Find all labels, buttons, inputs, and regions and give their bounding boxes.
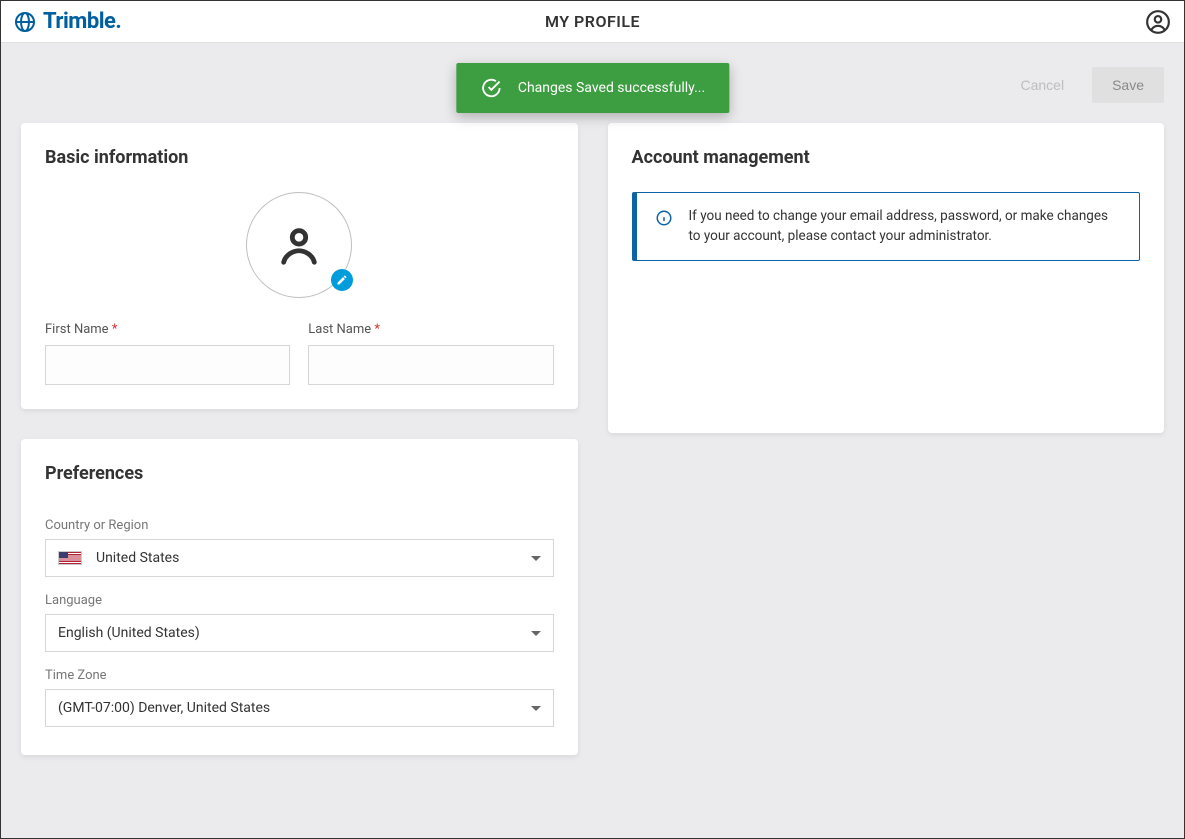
last-name-label: Last Name * <box>308 322 553 337</box>
page-title: MY PROFILE <box>545 12 640 31</box>
account-icon[interactable] <box>1144 8 1172 36</box>
chevron-down-icon <box>531 706 541 711</box>
language-label: Language <box>45 593 554 608</box>
account-title: Account management <box>632 147 1141 168</box>
language-select[interactable]: English (United States) <box>45 614 554 652</box>
basic-info-title: Basic information <box>45 147 554 168</box>
timezone-select[interactable]: (GMT-07:00) Denver, United States <box>45 689 554 727</box>
preferences-card: Preferences Country or Region United Sta… <box>21 439 578 755</box>
edit-avatar-button[interactable] <box>331 269 353 291</box>
timezone-value: (GMT-07:00) Denver, United States <box>58 700 270 716</box>
language-value: English (United States) <box>58 625 200 641</box>
account-management-card: Account management If you need to change… <box>608 123 1165 433</box>
check-circle-icon <box>480 77 502 99</box>
info-icon <box>655 209 673 227</box>
first-name-input[interactable] <box>45 345 290 385</box>
info-callout: If you need to change your email address… <box>632 192 1141 261</box>
first-name-field: First Name * <box>45 322 290 385</box>
header-bar: Trimble. MY PROFILE <box>1 1 1184 43</box>
pencil-icon <box>336 274 348 286</box>
country-select[interactable]: United States <box>45 539 554 577</box>
brand-logo: Trimble. <box>13 9 121 34</box>
brand-text: Trimble. <box>43 9 121 34</box>
avatar <box>246 192 352 298</box>
info-text: If you need to change your email address… <box>689 207 1122 246</box>
timezone-label: Time Zone <box>45 668 554 683</box>
last-name-field: Last Name * <box>308 322 553 385</box>
country-label: Country or Region <box>45 518 554 533</box>
chevron-down-icon <box>531 556 541 561</box>
success-toast: Changes Saved successfully... <box>456 63 729 113</box>
save-button[interactable]: Save <box>1092 67 1164 103</box>
basic-information-card: Basic information <box>21 123 578 409</box>
toast-message: Changes Saved successfully... <box>518 80 705 96</box>
timezone-field: Time Zone (GMT-07:00) Denver, United Sta… <box>45 668 554 727</box>
cancel-button[interactable]: Cancel <box>1000 67 1084 103</box>
chevron-down-icon <box>531 631 541 636</box>
country-field: Country or Region United States <box>45 518 554 577</box>
us-flag-icon <box>58 551 82 565</box>
country-value: United States <box>96 550 179 566</box>
brand-globe-icon <box>13 10 37 34</box>
preferences-title: Preferences <box>45 463 554 484</box>
language-field: Language English (United States) <box>45 593 554 652</box>
first-name-label: First Name * <box>45 322 290 337</box>
last-name-input[interactable] <box>308 345 553 385</box>
